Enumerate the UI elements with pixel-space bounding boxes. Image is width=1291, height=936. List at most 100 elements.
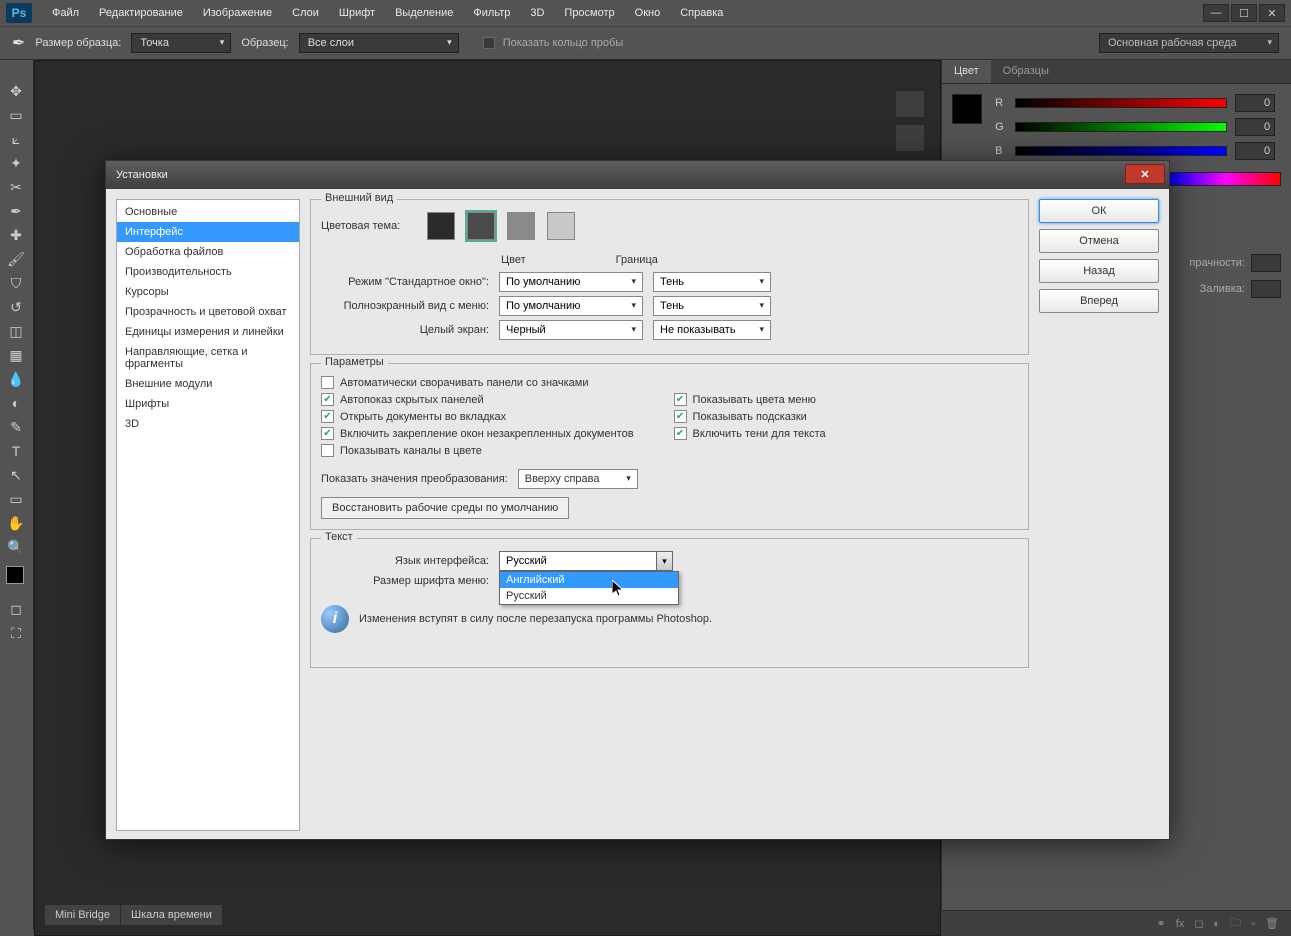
menu-file[interactable]: Файл (42, 3, 89, 23)
ok-button[interactable]: ОК (1039, 199, 1159, 223)
type-tool-icon[interactable]: T (4, 440, 28, 462)
path-select-tool-icon[interactable]: ↖ (4, 464, 28, 486)
trash-icon[interactable]: 🗑 (1265, 917, 1279, 930)
cat-guides[interactable]: Направляющие, сетка и фрагменты (117, 342, 299, 374)
dodge-tool-icon[interactable]: ◐ (4, 392, 28, 414)
screenmode-icon[interactable]: ⛶ (4, 622, 28, 644)
folder-icon[interactable]: 🗀 (1230, 914, 1241, 933)
mask-icon[interactable]: ◻ (1194, 917, 1203, 930)
enable-dock-checkbox[interactable] (321, 427, 334, 440)
theme-swatch-medium-light[interactable] (507, 212, 535, 240)
next-button[interactable]: Вперед (1039, 289, 1159, 313)
eraser-tool-icon[interactable]: ◫ (4, 320, 28, 342)
menu-layer[interactable]: Слои (282, 3, 329, 23)
standard-color-dropdown[interactable]: По умолчанию (499, 272, 643, 292)
auto-collapse-checkbox[interactable] (321, 376, 334, 389)
hand-tool-icon[interactable]: ✋ (4, 512, 28, 534)
brush-tool-icon[interactable]: 🖌 (4, 248, 28, 270)
panel-icon-2[interactable] (895, 124, 925, 152)
lang-option-english[interactable]: Английский (500, 572, 678, 588)
open-tabs-checkbox[interactable] (321, 410, 334, 423)
fullscreen-color-dropdown[interactable]: Черный (499, 320, 643, 340)
timeline-tab[interactable]: Шкала времени (121, 905, 223, 925)
link-icon[interactable]: ⚭ (1157, 917, 1166, 930)
minimize-button[interactable]: — (1203, 4, 1229, 22)
marquee-tool-icon[interactable]: ▭ (4, 104, 28, 126)
zoom-tool-icon[interactable]: 🔍 (4, 536, 28, 558)
menu-type[interactable]: Шрифт (329, 3, 385, 23)
fill-dropdown[interactable] (1251, 280, 1281, 298)
menu-window[interactable]: Окно (625, 3, 671, 23)
menu-filter[interactable]: Фильтр (463, 3, 520, 23)
newlayer-icon[interactable]: ▫ (1251, 918, 1255, 930)
g-value-input[interactable]: 0 (1235, 118, 1275, 136)
cat-general[interactable]: Основные (117, 202, 299, 222)
history-brush-tool-icon[interactable]: ↺ (4, 296, 28, 318)
standard-border-dropdown[interactable]: Тень (653, 272, 771, 292)
ui-language-dropdown[interactable]: Русский ▾ Английский Русский (499, 551, 673, 571)
healing-brush-tool-icon[interactable]: ✚ (4, 224, 28, 246)
cat-transparency[interactable]: Прозрачность и цветовой охват (117, 302, 299, 322)
eyedropper-tool-icon[interactable]: ✒ (4, 200, 28, 222)
b-slider[interactable] (1015, 146, 1227, 156)
cat-3d[interactable]: 3D (117, 414, 299, 434)
menu-select[interactable]: Выделение (385, 3, 463, 23)
move-tool-icon[interactable]: ✥ (4, 80, 28, 102)
lasso-tool-icon[interactable]: ⟀ (4, 128, 28, 150)
menu-edit[interactable]: Редактирование (89, 3, 193, 23)
lang-option-russian[interactable]: Русский (500, 588, 678, 604)
dropdown-arrow-icon[interactable]: ▾ (656, 552, 672, 570)
menu-image[interactable]: Изображение (193, 3, 282, 23)
r-value-input[interactable]: 0 (1235, 94, 1275, 112)
maximize-button[interactable]: ☐ (1231, 4, 1257, 22)
adjustment-icon[interactable]: ◐ (1213, 918, 1220, 930)
magic-wand-tool-icon[interactable]: ✦ (4, 152, 28, 174)
dialog-titlebar[interactable]: Установки ✕ (106, 161, 1169, 189)
cat-interface[interactable]: Интерфейс (117, 222, 299, 242)
fullscreen-border-dropdown[interactable]: Не показывать (653, 320, 771, 340)
blur-tool-icon[interactable]: 💧 (4, 368, 28, 390)
cat-cursors[interactable]: Курсоры (117, 282, 299, 302)
dialog-close-button[interactable]: ✕ (1125, 164, 1165, 184)
foreground-color-swatch[interactable] (6, 566, 24, 584)
show-sampling-ring-checkbox[interactable] (483, 37, 495, 49)
cat-units[interactable]: Единицы измерения и линейки (117, 322, 299, 342)
tooltips-checkbox[interactable] (674, 410, 687, 423)
theme-swatch-dark[interactable] (427, 212, 455, 240)
text-shadows-checkbox[interactable] (674, 427, 687, 440)
crop-tool-icon[interactable]: ✂ (4, 176, 28, 198)
gradient-tool-icon[interactable]: ▦ (4, 344, 28, 366)
restore-workspaces-button[interactable]: Восстановить рабочие среды по умолчанию (321, 497, 569, 519)
auto-show-checkbox[interactable] (321, 393, 334, 406)
color-fg-swatch[interactable] (952, 94, 982, 124)
swatches-tab[interactable]: Образцы (991, 60, 1061, 83)
stamp-tool-icon[interactable]: ⛉ (4, 272, 28, 294)
fx-icon[interactable]: fx (1176, 918, 1185, 930)
workspace-dropdown[interactable]: Основная рабочая среда (1099, 33, 1279, 53)
b-value-input[interactable]: 0 (1235, 142, 1275, 160)
cat-file-handling[interactable]: Обработка файлов (117, 242, 299, 262)
cat-performance[interactable]: Производительность (117, 262, 299, 282)
pen-tool-icon[interactable]: ✎ (4, 416, 28, 438)
menu-3d[interactable]: 3D (520, 3, 554, 23)
fullscreen-menu-color-dropdown[interactable]: По умолчанию (499, 296, 643, 316)
cat-type[interactable]: Шрифты (117, 394, 299, 414)
color-tab[interactable]: Цвет (942, 60, 991, 83)
close-window-button[interactable]: ✕ (1259, 4, 1285, 22)
menu-view[interactable]: Просмотр (554, 3, 624, 23)
transform-values-dropdown[interactable]: Вверху справа (518, 469, 638, 489)
menu-colors-checkbox[interactable] (674, 393, 687, 406)
cat-plugins[interactable]: Внешние модули (117, 374, 299, 394)
prev-button[interactable]: Назад (1039, 259, 1159, 283)
mini-bridge-tab[interactable]: Mini Bridge (45, 905, 121, 925)
g-slider[interactable] (1015, 122, 1227, 132)
theme-swatch-medium-dark[interactable] (467, 212, 495, 240)
menu-help[interactable]: Справка (670, 3, 733, 23)
cancel-button[interactable]: Отмена (1039, 229, 1159, 253)
quickmask-icon[interactable]: ◻ (4, 598, 28, 620)
shape-tool-icon[interactable]: ▭ (4, 488, 28, 510)
r-slider[interactable] (1015, 98, 1227, 108)
panel-icon-1[interactable] (895, 90, 925, 118)
theme-swatch-light[interactable] (547, 212, 575, 240)
sample-layers-dropdown[interactable]: Все слои (299, 33, 459, 53)
